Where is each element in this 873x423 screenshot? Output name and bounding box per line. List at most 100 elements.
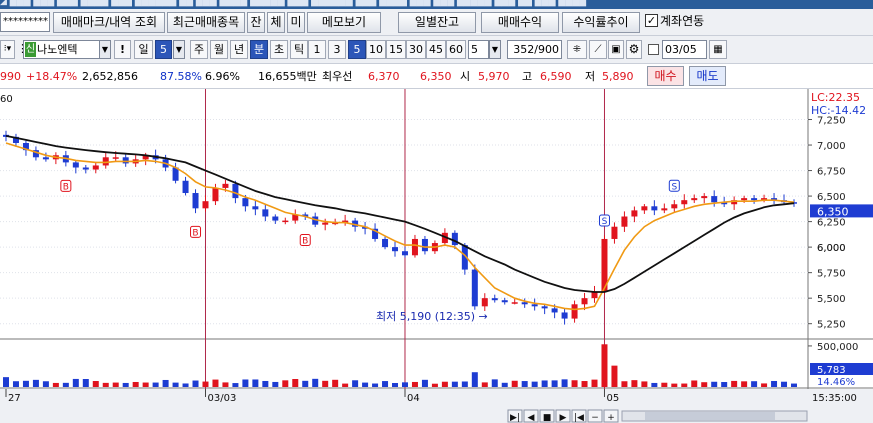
balance-button[interactable]: 잔 [247,12,265,33]
alert-icon[interactable]: ! [114,40,131,59]
return-trend-button[interactable]: 수익률추이 [562,12,640,33]
candle-body [491,298,498,301]
price-chart[interactable]: 7,250 7,000 6,750 6,500 6,250 6,000 5,750 5,500… [0,89,873,423]
change-amount: 990 [0,70,21,83]
chart-control-icon: + [607,413,615,423]
tick-button[interactable]: 틱 [290,40,308,59]
trade-amount: 16,655백만 [258,70,317,83]
minute-button[interactable]: 분 [250,40,268,59]
volume-bar [711,381,718,387]
volume-bar [521,381,528,387]
open-label: 시 [460,70,471,83]
date-field[interactable]: 03/05 [662,40,707,59]
candle-body [212,187,219,202]
sell-button[interactable]: 매도 [689,66,726,86]
crosshair-icon[interactable]: ⁜ [567,40,587,59]
trade-mark-text: B [302,237,308,247]
trade-profit-button[interactable]: 매매수익 [481,12,559,33]
volume-bar [182,383,189,387]
volume-bar [12,381,19,387]
minute-30-button[interactable]: 30 [406,40,426,59]
time-label: 15:35:00 [812,393,857,404]
candle-body [232,183,239,199]
volume-bar [541,380,548,387]
volume-bar [561,379,568,387]
candle-body [701,196,708,199]
count-field[interactable]: 5 [468,40,489,59]
minute-60-button[interactable]: 60 [446,40,466,59]
time-tick-label: 04 [407,393,420,404]
stock-dropdown-icon[interactable]: ▼ [99,40,111,59]
volume-bar [621,381,628,387]
volume-bar [461,381,468,387]
count-dropdown-icon[interactable]: ▼ [489,40,501,59]
candle-body [551,308,558,313]
candle-body [641,206,648,211]
account-link-checkbox[interactable]: ✓ [645,14,658,27]
start-price-label: 60 [0,94,13,105]
stock-name-field[interactable]: 신 나노엔텍 [23,40,111,59]
volume-bar [252,379,259,387]
volume-bar [761,383,768,387]
candle-body [531,304,538,307]
candle-body [42,157,49,160]
volume-ratio: 87.58% [160,70,202,83]
minute-15-button[interactable]: 15 [386,40,406,59]
volume-bar [322,380,329,387]
volume-bar [372,383,379,387]
volume-bar [92,381,99,387]
change-rate: +18.47% [26,70,78,83]
current-price-label: 6,350 [817,205,849,218]
period-month-button[interactable]: 월 [210,40,228,59]
unexecuted-button[interactable]: 미 [287,12,305,33]
chart-control-icon: |◀ [574,413,584,423]
save-icon[interactable]: ▣ [608,40,624,59]
volume-bar [262,380,269,387]
period-week-button[interactable]: 주 [190,40,208,59]
trade-mark-inquiry-button[interactable]: 매매마크/내역 조회 [53,12,165,33]
date-checkbox[interactable] [648,44,659,55]
candle-body [382,238,389,248]
calendar-icon[interactable]: ▦ [709,40,727,59]
volume-bar [82,379,89,387]
minute-10-button[interactable]: 10 [366,40,386,59]
minute-1-button[interactable]: 1 [308,40,326,59]
candle-body [621,216,628,227]
daily-balance-button[interactable]: 일별잔고 [398,12,476,33]
second-button[interactable]: 초 [270,40,288,59]
minute-45-button[interactable]: 45 [426,40,446,59]
chart-control-icon: ▶ [560,413,567,423]
memo-view-button[interactable]: 메모보기 [307,12,381,33]
price-tick-label: 7,000 [817,141,846,152]
candle-body [122,157,129,164]
volume-tick-label: 500,000 [817,342,858,353]
period-year-button[interactable]: 년 [230,40,248,59]
period-value[interactable]: 5 [155,40,172,59]
volume-bar [491,379,498,387]
period-day-button[interactable]: 일 [134,40,153,59]
low-price-annotation: 최저 5,190 (12:35) → [376,310,488,323]
candle-body [411,238,418,256]
trendline-tool-icon[interactable]: ⟋ [589,40,607,59]
minute-5-button[interactable]: 5 [348,40,366,59]
chart-type-icon[interactable]: ⁝▾ [0,40,15,59]
range-field[interactable]: 352/900 [507,40,562,59]
period-dropdown-icon[interactable]: ▼ [173,40,185,59]
stock-name: 나노엔텍 [37,43,78,56]
account-number-field[interactable]: ********* [0,12,50,32]
volume-bar [441,381,448,387]
execution-button[interactable]: 체 [267,12,285,33]
price-partial-label: 6,000 [817,243,846,254]
buy-button[interactable]: 매수 [647,66,684,86]
account-link-label: 계좌연동 [660,14,705,28]
candle-body [561,312,568,319]
chart-control-icon: ■ [543,413,552,423]
recent-stocks-button[interactable]: 최근매매종목 [167,12,245,33]
price-tick-label: 7,250 [817,116,846,127]
time-tick-label: 27 [8,393,21,404]
candle-body [581,298,588,305]
gear-icon[interactable]: ⚙ [626,40,642,59]
minute-3-button[interactable]: 3 [328,40,346,59]
volume-bar [212,379,219,387]
volume-bar [571,380,578,387]
